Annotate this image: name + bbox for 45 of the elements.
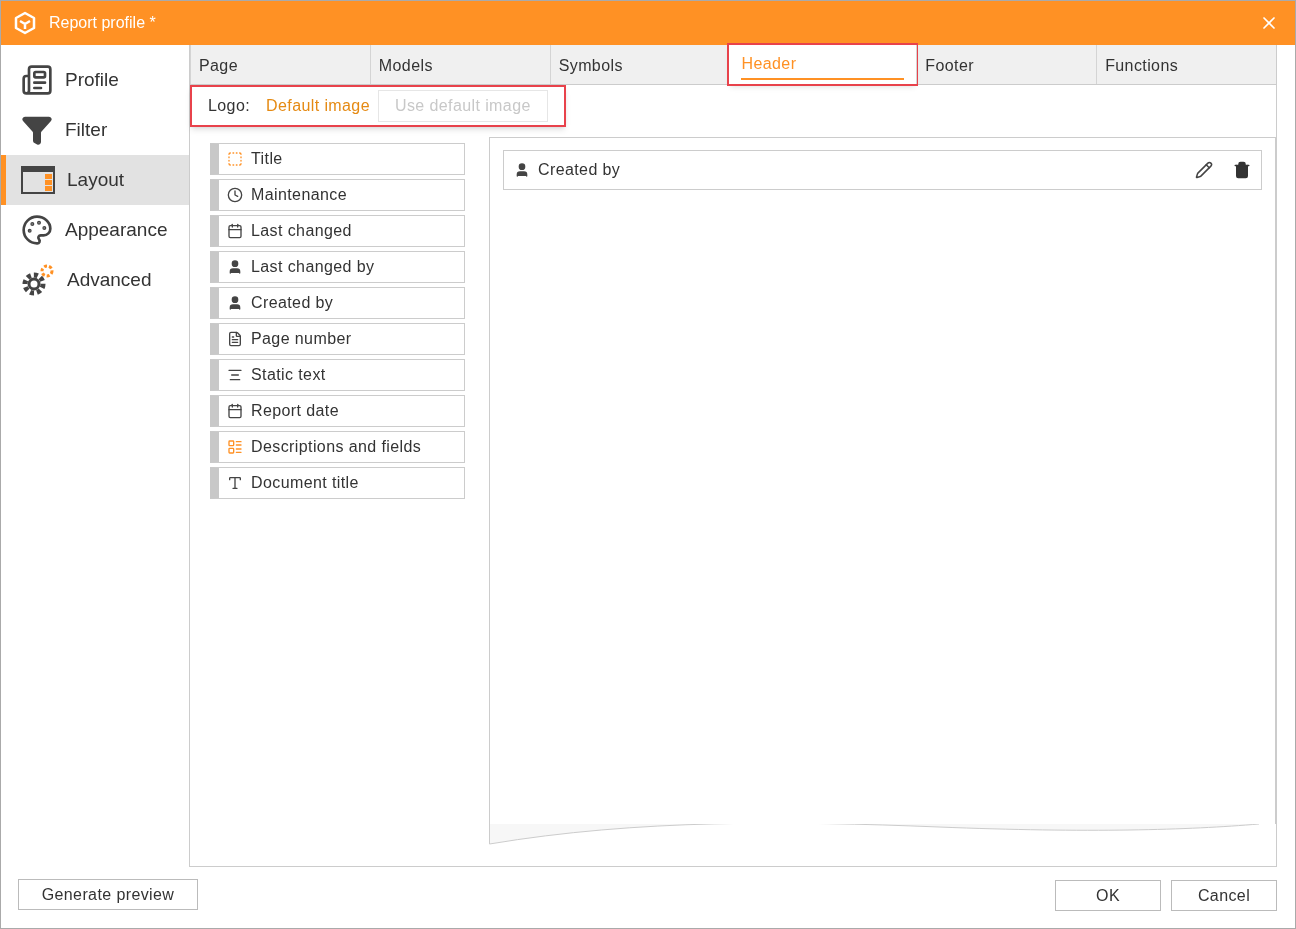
header-item[interactable]: Created by bbox=[503, 150, 1262, 190]
logo-value: Default image bbox=[266, 96, 370, 116]
element-item[interactable]: Created by bbox=[210, 287, 465, 319]
element-item[interactable]: Report date bbox=[210, 395, 465, 427]
window-title: Report profile * bbox=[49, 13, 157, 33]
layout-icon bbox=[21, 166, 55, 194]
frame-icon bbox=[227, 151, 243, 167]
cube-logo-icon bbox=[13, 11, 37, 35]
person-icon bbox=[227, 259, 243, 275]
edit-icon[interactable] bbox=[1195, 161, 1213, 179]
generate-preview-button[interactable]: Generate preview bbox=[18, 879, 198, 910]
calendar-icon bbox=[227, 403, 243, 419]
element-item[interactable]: Static text bbox=[210, 359, 465, 391]
newspaper-icon bbox=[21, 64, 53, 96]
page-number-icon bbox=[227, 331, 243, 347]
element-item[interactable]: Last changed bbox=[210, 215, 465, 247]
sidebar-item[interactable]: Filter bbox=[1, 105, 189, 155]
cancel-button[interactable]: Cancel bbox=[1171, 880, 1277, 911]
element-item[interactable]: Descriptions and fields bbox=[210, 431, 465, 463]
sidebar-item[interactable]: Layout bbox=[1, 155, 189, 205]
tab[interactable]: Page bbox=[190, 45, 370, 84]
calendar-icon bbox=[227, 223, 243, 239]
funnel-icon bbox=[21, 114, 53, 146]
clock-icon bbox=[227, 187, 243, 203]
form-icon bbox=[227, 439, 243, 455]
delete-icon[interactable] bbox=[1233, 161, 1251, 179]
tab[interactable]: Functions bbox=[1096, 45, 1276, 84]
person-icon bbox=[227, 295, 243, 311]
tab[interactable]: Models bbox=[369, 45, 550, 84]
palette-icon bbox=[21, 214, 53, 246]
sidebar-item[interactable]: Profile bbox=[1, 55, 189, 105]
sidebar-item[interactable]: Advanced bbox=[1, 255, 189, 305]
person-icon bbox=[514, 162, 530, 178]
logo-label: Logo: bbox=[208, 96, 251, 116]
gears-icon bbox=[21, 263, 55, 297]
ok-button[interactable]: OK bbox=[1055, 880, 1161, 911]
tab[interactable]: Footer bbox=[916, 45, 1097, 84]
letters-icon bbox=[227, 475, 243, 491]
sidebar-item[interactable]: Appearance bbox=[1, 205, 189, 255]
element-item[interactable]: Maintenance bbox=[210, 179, 465, 211]
element-item[interactable]: Page number bbox=[210, 323, 465, 355]
element-item[interactable]: Document title bbox=[210, 467, 465, 499]
element-item[interactable]: Title bbox=[210, 143, 465, 175]
text-lines-icon bbox=[227, 367, 243, 383]
element-item[interactable]: Last changed by bbox=[210, 251, 465, 283]
